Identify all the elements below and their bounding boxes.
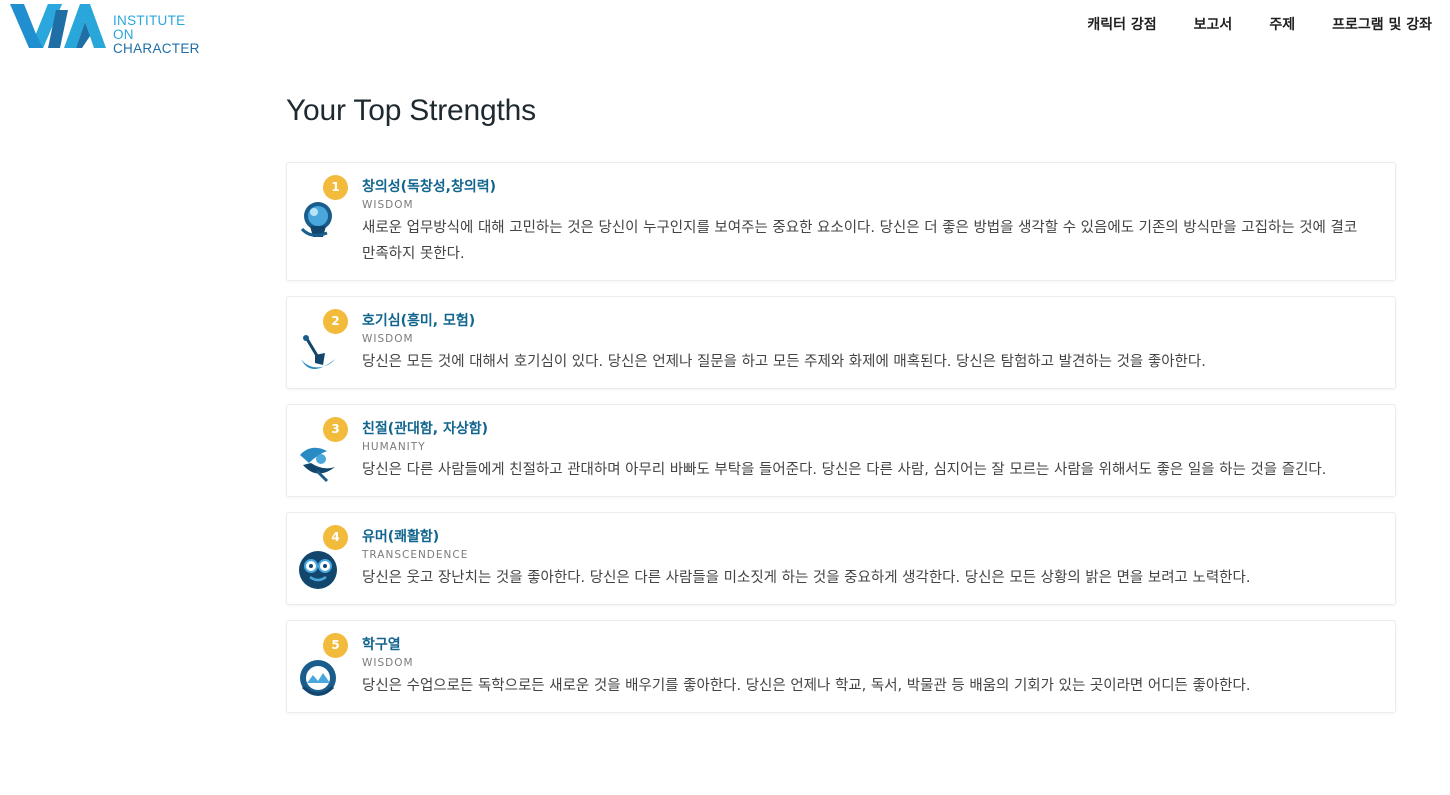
rank-badge: 5 — [323, 633, 348, 658]
logo-line-2: CHARACTER — [113, 41, 200, 56]
logo-wordmark: INSTITUTE ON CHARACTER — [113, 14, 210, 56]
strength-card: 3 친절(관대함, 자상함) HUMANITY 당신은 다른 사람들에게 친절하… — [286, 404, 1396, 497]
strengths-list: 1 창의성(독창성,창의력) WISDOM 새로운 업무방식에 대해 고민하는 … — [286, 162, 1396, 728]
strength-description: 당신은 모든 것에 대해서 호기심이 있다. 당신은 언제나 질문을 하고 모든… — [362, 354, 1206, 370]
nav-reports[interactable]: 보고서 — [1194, 14, 1233, 34]
virtue-label: HUMANITY — [362, 441, 426, 453]
via-logo[interactable]: INSTITUTE ON CHARACTER — [10, 4, 210, 56]
site-header: INSTITUTE ON CHARACTER 캐릭터 강점 보고서 주제 프로그… — [0, 0, 1450, 56]
strength-name[interactable]: 창의성(독창성,창의력) — [362, 177, 1375, 197]
nav-character-strengths[interactable]: 캐릭터 강점 — [1087, 14, 1156, 34]
page-title: Your Top Strengths — [286, 94, 536, 127]
rank-badge: 2 — [323, 309, 348, 334]
strength-description: 당신은 웃고 장난치는 것을 좋아한다. 당신은 다른 사람들을 미소짓게 하는… — [362, 570, 1251, 586]
rank-badge: 1 — [323, 175, 348, 200]
learning-icon — [300, 660, 336, 696]
main-nav: 캐릭터 강점 보고서 주제 프로그램 및 강좌 — [1050, 14, 1432, 34]
virtue-label: WISDOM — [362, 199, 414, 211]
strength-card: 2 호기심(흥미, 모험) WISDOM 당신은 모든 것에 대해서 호기심이 … — [286, 296, 1396, 389]
via-logo-mark-icon — [10, 4, 106, 48]
caring-hands-icon — [300, 447, 335, 483]
nav-topics[interactable]: 주제 — [1269, 14, 1295, 34]
lightbulb-icon — [300, 202, 332, 237]
virtue-label: WISDOM — [362, 333, 414, 345]
nav-programs-courses[interactable]: 프로그램 및 강좌 — [1332, 14, 1432, 34]
strength-description: 당신은 수업으로든 독학으로든 새로운 것을 배우기를 좋아한다. 당신은 언제… — [362, 678, 1251, 694]
strength-name[interactable]: 학구열 — [362, 635, 1375, 655]
strength-name[interactable]: 유머(쾌활함) — [362, 527, 1375, 547]
strength-name[interactable]: 호기심(흥미, 모험) — [362, 311, 1375, 331]
rank-badge: 3 — [323, 417, 348, 442]
rank-badge: 4 — [323, 525, 348, 550]
strength-card: 5 학구열 WISDOM 당신은 수업으로든 독학으로든 새로운 것을 배우기를… — [286, 620, 1396, 713]
funny-glasses-icon — [299, 551, 337, 589]
strength-description: 새로운 업무방식에 대해 고민하는 것은 당신이 누구인지를 보여주는 중요한 … — [362, 220, 1358, 262]
virtue-label: WISDOM — [362, 657, 414, 669]
strength-card: 1 창의성(독창성,창의력) WISDOM 새로운 업무방식에 대해 고민하는 … — [286, 162, 1396, 281]
logo-line-1: INSTITUTE ON — [113, 13, 186, 42]
strength-description: 당신은 다른 사람들에게 친절하고 관대하며 아무리 바빠도 부탁을 들어준다.… — [362, 462, 1327, 478]
shovel-icon — [301, 335, 335, 369]
strength-name[interactable]: 친절(관대함, 자상함) — [362, 419, 1375, 439]
virtue-label: TRANSCENDENCE — [362, 549, 469, 561]
strength-card: 4 유머(쾌활함) TRANSCENDENCE 당신은 웃고 장난치는 것을 좋… — [286, 512, 1396, 605]
